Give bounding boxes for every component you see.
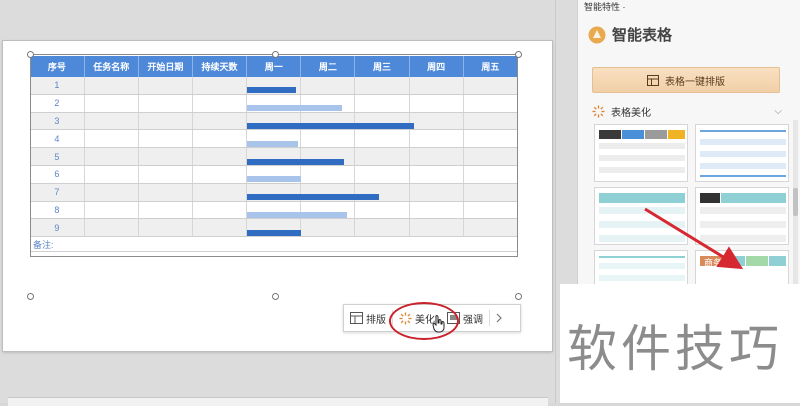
workspace-divider [555, 0, 556, 403]
resize-handle[interactable] [515, 293, 522, 300]
beautify-section-header[interactable]: 表格美化 ⌵ [592, 104, 792, 119]
table-style-thumbnail[interactable] [594, 124, 688, 182]
table-style-thumbnail[interactable] [695, 124, 789, 182]
style-preview [700, 193, 786, 242]
resize-handle[interactable] [272, 51, 279, 58]
table-style-thumbnail[interactable] [695, 187, 789, 245]
sparkle-icon [592, 105, 605, 118]
emphasize-label: 强调 [463, 314, 483, 326]
panel-title: 智能表格 [612, 27, 673, 44]
resize-handle[interactable] [515, 51, 522, 58]
workspace-bottom-bar [8, 397, 548, 406]
table-style-thumbnail[interactable] [594, 187, 688, 245]
panel-tab-smart-features[interactable]: 智能特性 · [584, 0, 626, 13]
layout-button[interactable]: 排版 [344, 305, 392, 331]
smart-table-logo-icon [588, 26, 606, 43]
style-preview [599, 130, 685, 173]
table-selection-frame [30, 54, 518, 257]
one-key-layout-label: 表格一键排版 [665, 76, 725, 88]
resize-handle[interactable] [27, 293, 34, 300]
chevron-down-icon[interactable]: ⌵ [774, 106, 782, 117]
panel-scrollbar-thumb[interactable] [793, 188, 798, 216]
resize-handle[interactable] [272, 293, 279, 300]
table-layout-icon [350, 312, 363, 324]
style-preview [599, 193, 685, 242]
resize-handle[interactable] [27, 51, 34, 58]
highlight-annotation [389, 302, 459, 340]
hand-cursor-icon [432, 315, 445, 333]
beautify-section-title: 表格美化 [611, 108, 651, 119]
table-layout-icon [647, 74, 659, 86]
toolbar-next-button[interactable] [490, 305, 508, 331]
thumbnail-label: 商务 [704, 258, 723, 268]
one-key-layout-button[interactable]: 表格一键排版 [592, 67, 780, 93]
watermark-text: 软件技巧 [567, 320, 783, 378]
layout-label: 排版 [366, 314, 386, 326]
chevron-right-icon [496, 313, 502, 323]
panel-header: 智能表格 [588, 24, 672, 45]
style-preview [700, 130, 786, 177]
